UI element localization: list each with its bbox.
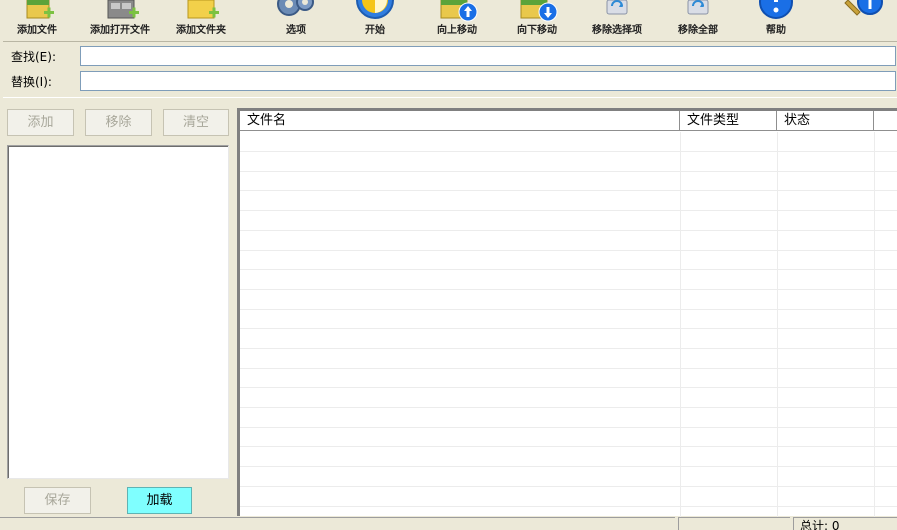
status-panel-main <box>0 517 675 530</box>
grid-row-line <box>240 171 897 172</box>
grid-column-line <box>874 132 875 519</box>
grid-row-line <box>240 387 897 388</box>
move-up-label: 向上移动 <box>437 25 477 36</box>
move-down-label: 向下移动 <box>517 25 557 36</box>
remove-selected-icon <box>606 0 628 15</box>
replace-label: 替换(I): <box>11 75 52 89</box>
file-table[interactable]: 文件名 文件类型 状态 <box>237 108 897 519</box>
add-folder-label: 添加文件夹 <box>176 25 226 36</box>
grid-row-line <box>240 446 897 447</box>
grid-row-line <box>240 407 897 408</box>
toolbar: 添加文件 添加打开文件 添加文件夹 选项 开始 向上移动 向下移动 移除选择项 … <box>0 0 897 40</box>
grid-row-line <box>240 230 897 231</box>
add-file-icon <box>26 0 54 19</box>
add-folder-icon <box>187 0 219 19</box>
grid-row-line <box>240 348 897 349</box>
options-button[interactable]: 选项 <box>258 0 334 40</box>
grid-column-line <box>777 132 778 519</box>
column-header-status[interactable]: 状态 <box>777 111 874 131</box>
add-button[interactable]: 添加 <box>7 109 74 136</box>
grid-row-line <box>240 466 897 467</box>
about-button[interactable] <box>830 0 897 40</box>
find-input[interactable] <box>80 46 896 66</box>
grid-row-line <box>240 506 897 507</box>
grid-row-line <box>240 309 897 310</box>
remove-all-label: 移除全部 <box>678 25 718 36</box>
replace-input[interactable] <box>80 71 896 91</box>
find-replace-panel: 查找(E): 替换(I): <box>3 41 897 98</box>
status-panel-total: 总计: 0 <box>793 517 897 530</box>
grid-row-line <box>240 250 897 251</box>
move-up-button[interactable]: 向上移动 <box>424 0 490 40</box>
grid-row-line <box>240 289 897 290</box>
about-icon <box>843 0 883 16</box>
remove-all-button[interactable]: 移除全部 <box>666 0 730 40</box>
table-header: 文件名 文件类型 状态 <box>240 111 897 131</box>
clear-button[interactable]: 清空 <box>163 109 229 136</box>
grid-column-line <box>680 132 681 519</box>
grid-row-line <box>240 328 897 329</box>
total-count: 总计: 0 <box>800 519 840 530</box>
save-button[interactable]: 保存 <box>24 487 91 514</box>
help-icon <box>759 0 793 19</box>
remove-all-icon <box>687 0 709 15</box>
status-panel-middle <box>678 517 790 530</box>
start-button[interactable]: 开始 <box>345 0 405 40</box>
status-bar: 总计: 0 <box>0 517 897 530</box>
column-header-extra <box>874 111 897 131</box>
move-down-button[interactable]: 向下移动 <box>504 0 570 40</box>
column-header-filename[interactable]: 文件名 <box>240 111 680 131</box>
add-file-label: 添加文件 <box>17 25 57 36</box>
remove-button[interactable]: 移除 <box>85 109 152 136</box>
move-down-icon <box>520 0 558 22</box>
grid-row-line <box>240 269 897 270</box>
add-open-file-button[interactable]: 添加打开文件 <box>79 0 161 40</box>
remove-selected-label: 移除选择项 <box>592 25 642 36</box>
find-label: 查找(E): <box>11 50 56 64</box>
grid-row-line <box>240 427 897 428</box>
column-header-filetype[interactable]: 文件类型 <box>680 111 777 131</box>
load-button[interactable]: 加载 <box>127 487 192 514</box>
grid-row-line <box>240 210 897 211</box>
grid-row-line <box>240 486 897 487</box>
start-icon <box>356 0 394 19</box>
preset-list[interactable] <box>7 145 229 479</box>
help-button[interactable]: 帮助 <box>748 0 804 40</box>
options-label: 选项 <box>286 25 306 36</box>
add-open-file-icon <box>107 0 139 19</box>
grid-row-line <box>240 190 897 191</box>
move-up-icon <box>440 0 478 22</box>
help-label: 帮助 <box>766 25 786 36</box>
add-file-button[interactable]: 添加文件 <box>5 0 69 40</box>
add-open-file-label: 添加打开文件 <box>90 25 150 36</box>
grid-row-line <box>240 368 897 369</box>
add-folder-button[interactable]: 添加文件夹 <box>166 0 236 40</box>
grid-row-line <box>240 151 897 152</box>
start-label: 开始 <box>365 25 385 36</box>
gear-icon <box>277 0 314 16</box>
remove-selected-button[interactable]: 移除选择项 <box>578 0 656 40</box>
